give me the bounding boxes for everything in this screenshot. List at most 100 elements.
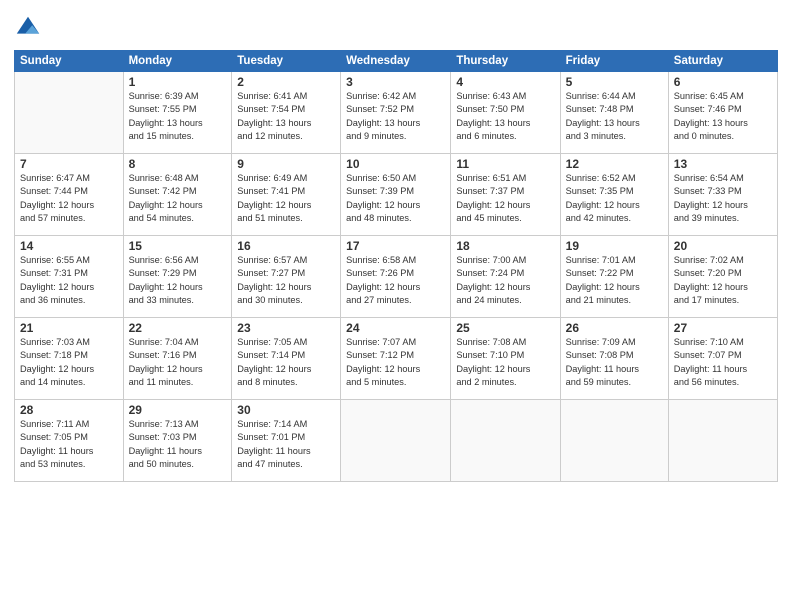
day-info: Sunrise: 6:48 AM Sunset: 7:42 PM Dayligh… bbox=[129, 172, 227, 225]
day-number: 22 bbox=[129, 321, 227, 335]
day-cell: 25Sunrise: 7:08 AM Sunset: 7:10 PM Dayli… bbox=[451, 318, 560, 400]
day-header-sunday: Sunday bbox=[15, 51, 124, 72]
day-number: 30 bbox=[237, 403, 335, 417]
week-row-1: 1Sunrise: 6:39 AM Sunset: 7:55 PM Daylig… bbox=[15, 72, 778, 154]
day-info: Sunrise: 6:47 AM Sunset: 7:44 PM Dayligh… bbox=[20, 172, 118, 225]
day-cell: 28Sunrise: 7:11 AM Sunset: 7:05 PM Dayli… bbox=[15, 400, 124, 482]
day-number: 18 bbox=[456, 239, 554, 253]
day-info: Sunrise: 7:08 AM Sunset: 7:10 PM Dayligh… bbox=[456, 336, 554, 389]
day-cell: 19Sunrise: 7:01 AM Sunset: 7:22 PM Dayli… bbox=[560, 236, 668, 318]
day-cell: 27Sunrise: 7:10 AM Sunset: 7:07 PM Dayli… bbox=[668, 318, 777, 400]
day-cell: 9Sunrise: 6:49 AM Sunset: 7:41 PM Daylig… bbox=[232, 154, 341, 236]
day-cell bbox=[341, 400, 451, 482]
day-number: 20 bbox=[674, 239, 772, 253]
day-cell: 29Sunrise: 7:13 AM Sunset: 7:03 PM Dayli… bbox=[123, 400, 232, 482]
day-number: 9 bbox=[237, 157, 335, 171]
week-row-3: 14Sunrise: 6:55 AM Sunset: 7:31 PM Dayli… bbox=[15, 236, 778, 318]
day-cell: 4Sunrise: 6:43 AM Sunset: 7:50 PM Daylig… bbox=[451, 72, 560, 154]
day-cell: 23Sunrise: 7:05 AM Sunset: 7:14 PM Dayli… bbox=[232, 318, 341, 400]
day-number: 26 bbox=[566, 321, 663, 335]
week-row-5: 28Sunrise: 7:11 AM Sunset: 7:05 PM Dayli… bbox=[15, 400, 778, 482]
day-number: 15 bbox=[129, 239, 227, 253]
day-number: 8 bbox=[129, 157, 227, 171]
day-header-thursday: Thursday bbox=[451, 51, 560, 72]
day-number: 23 bbox=[237, 321, 335, 335]
logo-icon bbox=[14, 14, 42, 42]
day-number: 28 bbox=[20, 403, 118, 417]
day-cell: 2Sunrise: 6:41 AM Sunset: 7:54 PM Daylig… bbox=[232, 72, 341, 154]
day-info: Sunrise: 7:10 AM Sunset: 7:07 PM Dayligh… bbox=[674, 336, 772, 389]
day-cell: 15Sunrise: 6:56 AM Sunset: 7:29 PM Dayli… bbox=[123, 236, 232, 318]
day-cell: 21Sunrise: 7:03 AM Sunset: 7:18 PM Dayli… bbox=[15, 318, 124, 400]
header-row: SundayMondayTuesdayWednesdayThursdayFrid… bbox=[15, 51, 778, 72]
day-number: 1 bbox=[129, 75, 227, 89]
day-cell: 11Sunrise: 6:51 AM Sunset: 7:37 PM Dayli… bbox=[451, 154, 560, 236]
day-cell: 6Sunrise: 6:45 AM Sunset: 7:46 PM Daylig… bbox=[668, 72, 777, 154]
day-number: 6 bbox=[674, 75, 772, 89]
day-cell bbox=[15, 72, 124, 154]
day-info: Sunrise: 6:49 AM Sunset: 7:41 PM Dayligh… bbox=[237, 172, 335, 225]
day-info: Sunrise: 7:09 AM Sunset: 7:08 PM Dayligh… bbox=[566, 336, 663, 389]
day-number: 12 bbox=[566, 157, 663, 171]
day-info: Sunrise: 6:42 AM Sunset: 7:52 PM Dayligh… bbox=[346, 90, 445, 143]
week-row-4: 21Sunrise: 7:03 AM Sunset: 7:18 PM Dayli… bbox=[15, 318, 778, 400]
day-number: 25 bbox=[456, 321, 554, 335]
day-cell: 16Sunrise: 6:57 AM Sunset: 7:27 PM Dayli… bbox=[232, 236, 341, 318]
calendar-table: SundayMondayTuesdayWednesdayThursdayFrid… bbox=[14, 50, 778, 482]
day-cell: 30Sunrise: 7:14 AM Sunset: 7:01 PM Dayli… bbox=[232, 400, 341, 482]
day-number: 3 bbox=[346, 75, 445, 89]
day-cell: 5Sunrise: 6:44 AM Sunset: 7:48 PM Daylig… bbox=[560, 72, 668, 154]
day-header-wednesday: Wednesday bbox=[341, 51, 451, 72]
day-number: 16 bbox=[237, 239, 335, 253]
day-cell: 17Sunrise: 6:58 AM Sunset: 7:26 PM Dayli… bbox=[341, 236, 451, 318]
day-info: Sunrise: 7:13 AM Sunset: 7:03 PM Dayligh… bbox=[129, 418, 227, 471]
day-cell: 1Sunrise: 6:39 AM Sunset: 7:55 PM Daylig… bbox=[123, 72, 232, 154]
day-info: Sunrise: 6:55 AM Sunset: 7:31 PM Dayligh… bbox=[20, 254, 118, 307]
page-container: SundayMondayTuesdayWednesdayThursdayFrid… bbox=[0, 0, 792, 612]
day-info: Sunrise: 6:54 AM Sunset: 7:33 PM Dayligh… bbox=[674, 172, 772, 225]
day-info: Sunrise: 6:43 AM Sunset: 7:50 PM Dayligh… bbox=[456, 90, 554, 143]
day-cell bbox=[560, 400, 668, 482]
day-header-tuesday: Tuesday bbox=[232, 51, 341, 72]
day-info: Sunrise: 7:03 AM Sunset: 7:18 PM Dayligh… bbox=[20, 336, 118, 389]
day-cell: 18Sunrise: 7:00 AM Sunset: 7:24 PM Dayli… bbox=[451, 236, 560, 318]
day-cell: 3Sunrise: 6:42 AM Sunset: 7:52 PM Daylig… bbox=[341, 72, 451, 154]
day-number: 17 bbox=[346, 239, 445, 253]
day-info: Sunrise: 6:39 AM Sunset: 7:55 PM Dayligh… bbox=[129, 90, 227, 143]
logo bbox=[14, 14, 45, 42]
day-cell: 26Sunrise: 7:09 AM Sunset: 7:08 PM Dayli… bbox=[560, 318, 668, 400]
day-number: 21 bbox=[20, 321, 118, 335]
day-number: 5 bbox=[566, 75, 663, 89]
day-number: 2 bbox=[237, 75, 335, 89]
day-info: Sunrise: 7:07 AM Sunset: 7:12 PM Dayligh… bbox=[346, 336, 445, 389]
day-info: Sunrise: 7:02 AM Sunset: 7:20 PM Dayligh… bbox=[674, 254, 772, 307]
day-info: Sunrise: 7:01 AM Sunset: 7:22 PM Dayligh… bbox=[566, 254, 663, 307]
day-number: 10 bbox=[346, 157, 445, 171]
day-info: Sunrise: 6:45 AM Sunset: 7:46 PM Dayligh… bbox=[674, 90, 772, 143]
day-info: Sunrise: 6:51 AM Sunset: 7:37 PM Dayligh… bbox=[456, 172, 554, 225]
day-info: Sunrise: 6:56 AM Sunset: 7:29 PM Dayligh… bbox=[129, 254, 227, 307]
day-info: Sunrise: 7:11 AM Sunset: 7:05 PM Dayligh… bbox=[20, 418, 118, 471]
day-number: 4 bbox=[456, 75, 554, 89]
day-number: 11 bbox=[456, 157, 554, 171]
day-info: Sunrise: 6:44 AM Sunset: 7:48 PM Dayligh… bbox=[566, 90, 663, 143]
day-info: Sunrise: 7:14 AM Sunset: 7:01 PM Dayligh… bbox=[237, 418, 335, 471]
day-cell: 8Sunrise: 6:48 AM Sunset: 7:42 PM Daylig… bbox=[123, 154, 232, 236]
day-info: Sunrise: 7:05 AM Sunset: 7:14 PM Dayligh… bbox=[237, 336, 335, 389]
day-number: 19 bbox=[566, 239, 663, 253]
day-cell bbox=[668, 400, 777, 482]
day-header-saturday: Saturday bbox=[668, 51, 777, 72]
day-cell bbox=[451, 400, 560, 482]
day-cell: 10Sunrise: 6:50 AM Sunset: 7:39 PM Dayli… bbox=[341, 154, 451, 236]
day-cell: 7Sunrise: 6:47 AM Sunset: 7:44 PM Daylig… bbox=[15, 154, 124, 236]
day-cell: 13Sunrise: 6:54 AM Sunset: 7:33 PM Dayli… bbox=[668, 154, 777, 236]
day-number: 14 bbox=[20, 239, 118, 253]
day-info: Sunrise: 6:52 AM Sunset: 7:35 PM Dayligh… bbox=[566, 172, 663, 225]
day-cell: 14Sunrise: 6:55 AM Sunset: 7:31 PM Dayli… bbox=[15, 236, 124, 318]
day-info: Sunrise: 7:00 AM Sunset: 7:24 PM Dayligh… bbox=[456, 254, 554, 307]
day-header-friday: Friday bbox=[560, 51, 668, 72]
day-info: Sunrise: 6:57 AM Sunset: 7:27 PM Dayligh… bbox=[237, 254, 335, 307]
day-cell: 20Sunrise: 7:02 AM Sunset: 7:20 PM Dayli… bbox=[668, 236, 777, 318]
day-number: 7 bbox=[20, 157, 118, 171]
day-info: Sunrise: 6:41 AM Sunset: 7:54 PM Dayligh… bbox=[237, 90, 335, 143]
